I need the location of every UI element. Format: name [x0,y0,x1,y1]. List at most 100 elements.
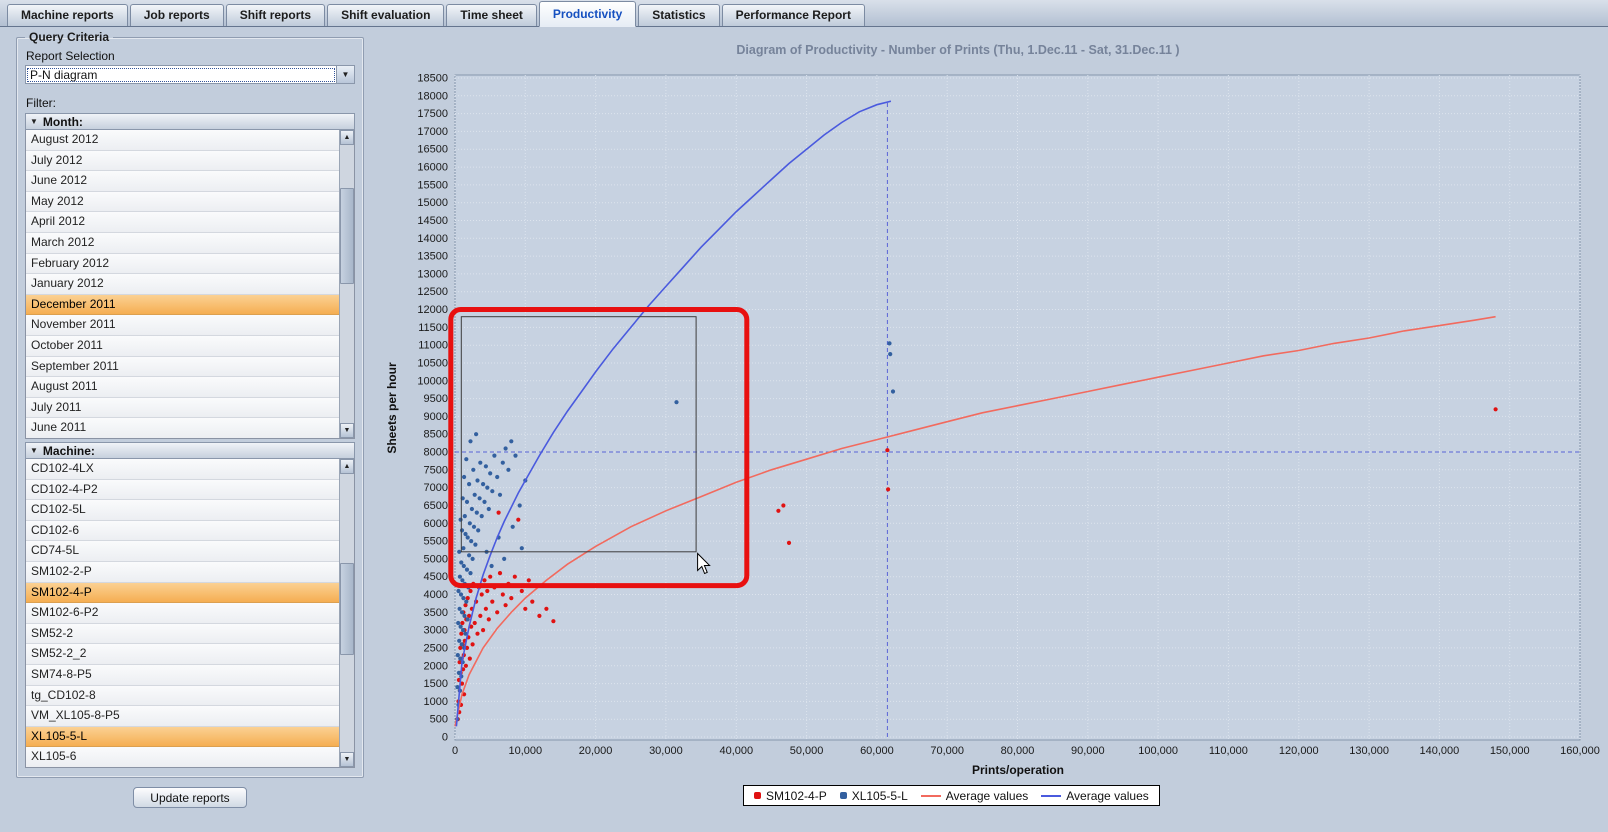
legend-item: SM102-4-P [754,789,827,803]
data-point [526,578,531,583]
list-item[interactable]: March 2012 [26,232,339,254]
scrollbar-thumb[interactable] [340,188,354,284]
machine-section-header[interactable]: ▼ Machine: [25,442,355,459]
data-point [463,603,468,608]
productivity-chart[interactable]: 0 500 1000 1500 2000 2500 3000 3500 4000 4500 5000… [368,28,1608,832]
data-point [467,521,472,526]
update-reports-button[interactable]: Update reports [133,787,247,808]
data-point [458,592,464,597]
list-item[interactable]: July 2012 [26,150,339,172]
y-tick-label: 15000 [417,197,448,209]
data-point [485,588,490,594]
data-point [474,510,479,515]
data-point [456,588,461,594]
scrollbar-thumb[interactable] [340,563,354,655]
y-tick-label: 6500 [424,500,448,512]
data-point [887,341,892,346]
data-point [475,631,480,636]
legend-item: XL105-5-L [839,789,908,803]
data-point [886,487,891,492]
legend-dot-icon [839,792,847,799]
machine-scrollbar[interactable]: ▲ ▼ [339,459,354,767]
tab-shift-reports[interactable]: Shift reports [225,4,326,26]
y-tick-label: 6000 [424,518,448,530]
list-item[interactable]: CD102-4-P2 [26,479,339,501]
list-item[interactable]: SM74-8-P5 [26,664,339,686]
tab-performance-report[interactable]: Performance Report [721,4,865,26]
list-item[interactable]: CD102-6 [26,520,339,542]
list-item[interactable]: December 2011 [26,294,339,316]
list-item[interactable]: June 2012 [26,171,339,192]
scroll-up-icon[interactable]: ▲ [340,459,354,474]
tab-statistics[interactable]: Statistics [638,4,720,26]
list-item[interactable]: CD74-5L [26,541,339,562]
y-tick-label: 15500 [417,179,448,191]
list-item[interactable]: SM52-2_2 [26,644,339,665]
list-item[interactable]: SM52-2 [26,623,339,645]
scroll-down-icon[interactable]: ▼ [340,752,354,767]
data-point [455,653,460,658]
scroll-down-icon[interactable]: ▼ [340,423,354,438]
x-tick-label: 70,000 [930,745,964,757]
tab-shift-evaluation[interactable]: Shift evaluation [327,4,445,26]
list-item[interactable]: April 2012 [26,212,339,233]
data-point [472,492,477,497]
month-scrollbar[interactable]: ▲ ▼ [339,130,354,438]
list-item[interactable]: November 2011 [26,315,339,336]
tab-machine-reports[interactable]: Machine reports [7,4,128,26]
legend-item: Average values [920,789,1028,803]
data-point [495,610,500,615]
legend-dot-icon [754,792,761,799]
list-item[interactable]: August 2012 [26,130,339,151]
list-item[interactable]: CD102-5L [26,500,339,521]
tab-productivity[interactable]: Productivity [538,1,637,27]
data-point [497,571,503,576]
data-point [465,617,470,622]
list-item[interactable]: SM102-4-P [26,582,339,604]
list-item[interactable]: June 2011 [26,418,339,438]
data-point [488,471,493,476]
data-point [502,556,507,562]
y-tick-label: 1000 [424,696,448,708]
data-point [461,546,466,551]
list-item[interactable]: VM_XL105-8-P5 [26,706,339,727]
tab-job-reports[interactable]: Job reports [129,4,224,26]
x-tick-label: 150,000 [1490,745,1530,757]
data-point [461,563,466,569]
machine-header-label: Machine: [42,443,95,458]
y-tick-label: 14500 [417,215,448,227]
data-point [503,603,508,608]
x-tick-label: 50,000 [790,745,824,757]
list-item[interactable]: September 2011 [26,356,339,378]
data-point [464,567,470,572]
data-point [472,620,477,626]
list-item[interactable]: XL105-6 [26,747,339,767]
y-tick-label: 7500 [424,464,448,476]
data-point [781,503,786,508]
list-item[interactable]: May 2012 [26,191,339,213]
scroll-up-icon[interactable]: ▲ [340,130,354,145]
list-item[interactable]: CD102-4LX [26,459,339,480]
list-item[interactable]: February 2012 [26,253,339,275]
list-item[interactable]: July 2011 [26,397,339,419]
list-item[interactable]: SM102-2-P [26,561,339,583]
month-section-header[interactable]: ▼ Month: [25,113,355,130]
data-point [459,642,464,647]
tab-time-sheet[interactable]: Time sheet [446,4,537,26]
y-tick-label: 9500 [424,393,448,405]
list-item[interactable]: October 2011 [26,335,339,357]
x-tick-label: 30,000 [649,745,683,757]
list-item[interactable]: August 2011 [26,377,339,398]
data-point [470,556,475,562]
list-item[interactable]: January 2012 [26,274,339,295]
list-item[interactable]: XL105-5-L [26,726,339,748]
chevron-down-icon[interactable]: ▼ [336,66,354,83]
collapse-triangle-icon: ▼ [30,445,38,455]
report-selection-combo[interactable]: P-N diagram ▼ [25,65,355,84]
collapse-triangle-icon: ▼ [30,116,38,126]
list-item[interactable]: tg_CD102-8 [26,685,339,707]
list-item[interactable]: SM102-6-P2 [26,603,339,624]
data-point [478,460,483,465]
y-tick-label: 7000 [424,482,448,494]
y-tick-label: 12500 [417,286,448,298]
